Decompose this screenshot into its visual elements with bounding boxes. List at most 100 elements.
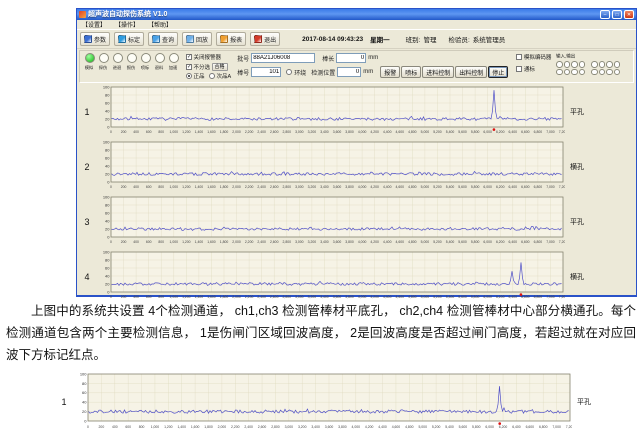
svg-text:5,600: 5,600 — [458, 295, 467, 299]
svg-text:3,000: 3,000 — [285, 425, 294, 429]
svg-text:0: 0 — [107, 179, 110, 184]
svg-text:4,400: 4,400 — [383, 240, 392, 244]
svg-text:1,200: 1,200 — [182, 295, 191, 299]
length-input[interactable] — [336, 53, 366, 63]
report-button[interactable]: 报表 — [216, 32, 246, 46]
svg-text:100: 100 — [103, 85, 110, 89]
status-light-5[interactable]: 喷标 — [139, 53, 152, 71]
qualified-button[interactable]: 合格 — [212, 63, 228, 71]
radio-selected-icon[interactable] — [186, 73, 192, 79]
svg-text:4,000: 4,000 — [352, 425, 361, 429]
menu-item-3[interactable]: 【帮助】 — [148, 20, 172, 29]
alarm-button[interactable]: 报警 — [380, 66, 400, 78]
wrap-radio-icon[interactable] — [286, 69, 292, 75]
svg-text:4,400: 4,400 — [378, 425, 387, 429]
svg-text:3,000: 3,000 — [295, 295, 304, 299]
radio-icon[interactable] — [209, 73, 215, 79]
svg-text:100: 100 — [103, 195, 110, 199]
light-on-icon — [85, 53, 95, 63]
svg-text:60: 60 — [82, 390, 87, 395]
svg-text:0: 0 — [110, 130, 112, 134]
body-paragraph: 上图中的系统共设置 4个检测通道， ch1,ch3 检测管棒材平底孔， ch2,… — [6, 301, 636, 366]
alarm-off-option[interactable]: ✓ 关闭报警器 — [186, 53, 231, 61]
field-row-2: 棒号 环绕 检测位置 mm 报警喷标进料控制出料控制停止 — [237, 66, 508, 78]
svg-text:6,200: 6,200 — [496, 295, 505, 299]
status-light-label: 喷标 — [141, 65, 150, 71]
svg-text:0: 0 — [107, 124, 110, 129]
io-input-lamp-1 — [556, 61, 563, 68]
svg-text:5,800: 5,800 — [471, 130, 480, 134]
svg-text:3,600: 3,600 — [333, 295, 342, 299]
svg-text:400: 400 — [133, 295, 139, 299]
document-page: 超声波自动探伤系统 V1.0 – □ ✕ 【设置】【操作】【帮助】 参数标定查询… — [0, 0, 641, 441]
channel-number: 4 — [79, 272, 95, 282]
status-light-1[interactable]: 模拟 — [83, 53, 96, 71]
params-button[interactable]: 参数 — [80, 32, 110, 46]
batch-input[interactable] — [251, 53, 315, 63]
channel-type-label: 横孔 — [565, 272, 584, 282]
svg-text:1,600: 1,600 — [207, 130, 216, 134]
svg-text:5,200: 5,200 — [433, 240, 442, 244]
io-input-lamp-4 — [579, 61, 586, 68]
rod-input[interactable] — [251, 67, 281, 77]
svg-text:7,200: 7,200 — [559, 185, 565, 189]
svg-text:2,600: 2,600 — [270, 240, 279, 244]
exit-button[interactable]: 退出 — [250, 32, 280, 46]
search-button[interactable]: 查询 — [148, 32, 178, 46]
sim-encoder-option[interactable]: 模拟编码器 — [516, 53, 551, 61]
svg-text:2,200: 2,200 — [245, 130, 254, 134]
svg-text:2,600: 2,600 — [270, 295, 279, 299]
feed-in-button[interactable]: 进料控制 — [422, 66, 454, 78]
status-light-3[interactable]: 进退 — [111, 53, 124, 71]
playback-button[interactable]: 回放 — [182, 32, 212, 46]
close-button[interactable]: ✕ — [624, 10, 634, 19]
svg-text:3,200: 3,200 — [308, 185, 317, 189]
rod-label: 棒号 — [237, 68, 249, 77]
svg-text:60: 60 — [105, 100, 110, 105]
svg-text:5,200: 5,200 — [433, 130, 442, 134]
svg-text:3,400: 3,400 — [320, 130, 329, 134]
status-light-6[interactable]: 退料 — [153, 53, 166, 71]
svg-text:0: 0 — [110, 185, 112, 189]
io-output-lamp-7 — [606, 69, 613, 76]
svg-text:4,600: 4,600 — [396, 240, 405, 244]
svg-text:3,200: 3,200 — [308, 295, 317, 299]
waveform-chart-channel-2: 02040608010002004006008001,0001,2001,400… — [95, 140, 565, 194]
feed-out-button[interactable]: 出料控制 — [455, 66, 487, 78]
report-icon — [220, 35, 228, 43]
status-light-4[interactable]: 报伤 — [125, 53, 138, 71]
no-sort-option[interactable]: ✓ 不分选 合格 — [186, 63, 231, 71]
svg-text:6,400: 6,400 — [509, 130, 518, 134]
calibration-button[interactable]: 标定 — [114, 32, 144, 46]
svg-text:20: 20 — [105, 281, 110, 286]
svg-text:2,000: 2,000 — [218, 425, 227, 429]
passmark-option[interactable]: 通标 — [516, 65, 551, 73]
status-light-2[interactable]: 探伤 — [97, 53, 110, 71]
svg-text:20: 20 — [105, 171, 110, 176]
menu-item-2[interactable]: 【操作】 — [115, 20, 139, 29]
stop-button[interactable]: 停止 — [488, 66, 508, 78]
menu-item-1[interactable]: 【设置】 — [82, 20, 106, 29]
maximize-button[interactable]: □ — [612, 10, 622, 19]
svg-text:2,800: 2,800 — [271, 425, 280, 429]
toolbar: 参数标定查询回放报表退出 2017-08-14 09:43:23 星期一 班别:… — [77, 29, 636, 49]
svg-text:2,400: 2,400 — [257, 295, 266, 299]
svg-text:60: 60 — [105, 155, 110, 160]
channel-strip-channel-1: 102040608010002004006008001,0001,2001,40… — [79, 84, 634, 139]
svg-text:7,200: 7,200 — [559, 295, 565, 299]
position-unit: mm — [363, 69, 373, 75]
svg-text:1,200: 1,200 — [182, 130, 191, 134]
status-light-7[interactable]: 加速 — [167, 53, 180, 71]
minimize-button[interactable]: – — [600, 10, 610, 19]
io-output-lamp-1 — [556, 69, 563, 76]
svg-text:3,800: 3,800 — [345, 295, 354, 299]
position-input[interactable] — [337, 67, 361, 77]
status-light-label: 进退 — [113, 65, 122, 71]
svg-text:60: 60 — [105, 265, 110, 270]
svg-text:600: 600 — [146, 295, 152, 299]
svg-text:1,800: 1,800 — [220, 295, 229, 299]
spray-mark-button[interactable]: 喷标 — [401, 66, 421, 78]
status-light-label: 报伤 — [127, 65, 136, 71]
channel-type-label: 平孔 — [565, 217, 584, 227]
svg-text:4,000: 4,000 — [358, 130, 367, 134]
